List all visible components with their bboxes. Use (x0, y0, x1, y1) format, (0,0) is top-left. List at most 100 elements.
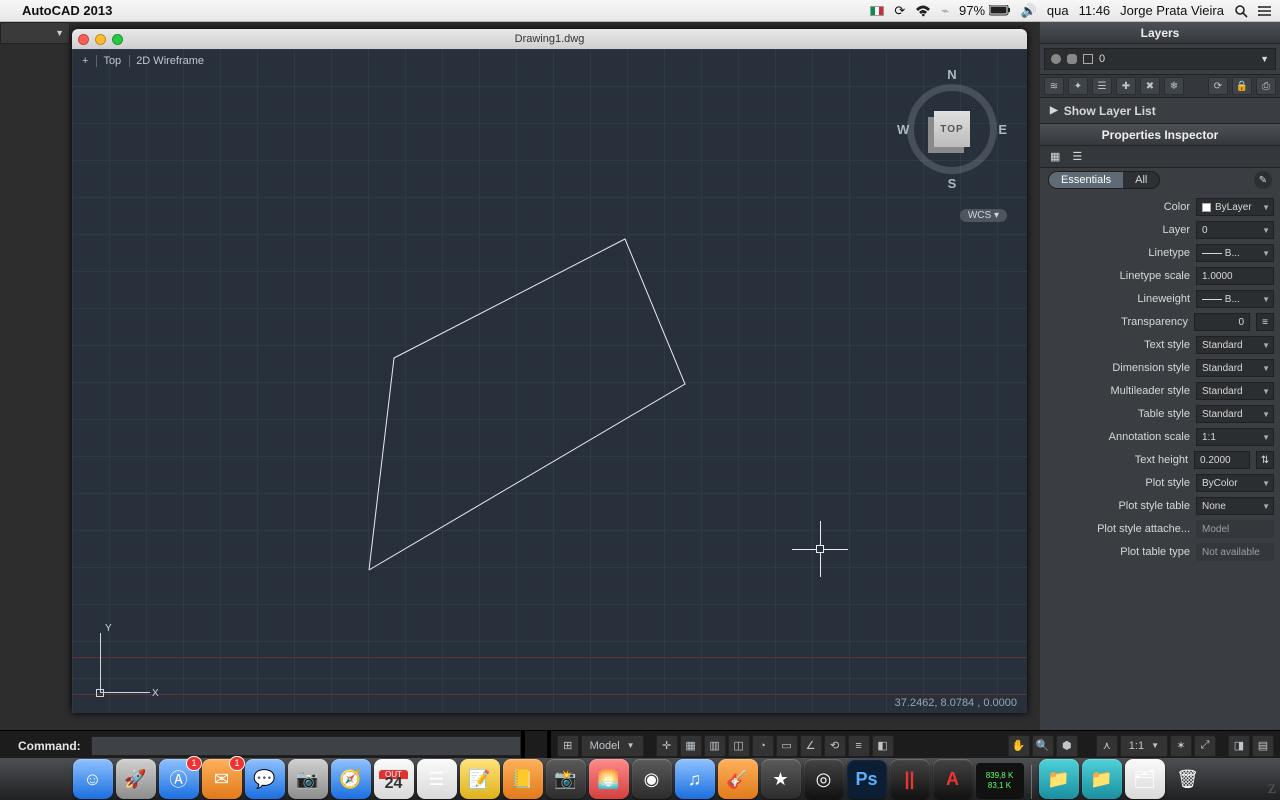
inspector-subtabs[interactable]: Essentials All (1048, 171, 1160, 189)
annotation-icon[interactable]: ⋏ (1096, 735, 1118, 757)
clock-time[interactable]: 11:46 (1079, 3, 1111, 18)
layer-tool-icon[interactable]: ✚ (1116, 77, 1136, 95)
pan-icon[interactable]: ✋ (1008, 735, 1030, 757)
dock-appstore[interactable]: Ⓐ1 (159, 759, 199, 799)
workspace-switch-icon[interactable]: ◨ (1228, 735, 1250, 757)
flag-icon[interactable] (870, 6, 884, 16)
inspector-panel-title[interactable]: Properties Inspector (1040, 124, 1280, 146)
dock-network-monitor[interactable]: 839,8 K83,1 K (976, 763, 1024, 799)
anno-vis-icon[interactable]: ✶ (1170, 735, 1192, 757)
viewcube[interactable]: N S W E TOP (897, 69, 1007, 189)
show-layer-list-toggle[interactable]: ▶ Show Layer List (1040, 98, 1280, 124)
prop-dim-style[interactable]: Standard▼ (1196, 359, 1274, 377)
ucs-icon[interactable]: Y X (82, 623, 162, 703)
text-height-stepper-icon[interactable]: ⇅ (1256, 451, 1274, 469)
dock-camera[interactable]: ◎ (804, 759, 844, 799)
prop-transparency[interactable]: 0 (1194, 313, 1250, 331)
wifi-icon[interactable] (915, 5, 931, 17)
bluetooth-icon[interactable]: ⌁ (941, 3, 949, 19)
snap-icon[interactable]: ✛ (656, 735, 678, 757)
dyn-icon[interactable]: ⟲ (824, 735, 846, 757)
lwt-icon[interactable]: ≡ (848, 735, 870, 757)
prop-text-height[interactable]: 0.2000 (1194, 451, 1250, 469)
layer-tool-icon[interactable]: ≋ (1044, 77, 1064, 95)
sync-icon[interactable]: ⟳ (894, 3, 905, 19)
prop-plot-style[interactable]: ByColor▼ (1196, 474, 1274, 492)
dock-safari[interactable]: 🧭 (331, 759, 371, 799)
prop-color[interactable]: ByLayer▼ (1196, 198, 1274, 216)
annotation-scale-button[interactable]: 1:1▼ (1120, 735, 1168, 757)
dock-contacts[interactable]: 📒 (503, 759, 543, 799)
dock-photoshop[interactable]: Ps (847, 759, 887, 799)
close-icon[interactable] (78, 34, 89, 45)
dock-messages[interactable]: 💬 (245, 759, 285, 799)
current-layer-selector[interactable]: 0 ▼ (1044, 48, 1276, 70)
clock-day[interactable]: qua (1047, 3, 1069, 18)
dock-finder[interactable]: ☺ (73, 759, 113, 799)
prop-table-style[interactable]: Standard▼ (1196, 405, 1274, 423)
dock-aperture[interactable]: ◉ (632, 759, 672, 799)
dock-notes[interactable]: 📝 (460, 759, 500, 799)
layer-tool-icon[interactable]: 🔒 (1232, 77, 1252, 95)
layout-grid-icon[interactable]: ⊞ (557, 735, 579, 757)
layer-tool-icon[interactable]: ✖ (1140, 77, 1160, 95)
notifications-icon[interactable] (1258, 5, 1272, 17)
prop-layer[interactable]: 0▼ (1196, 221, 1274, 239)
prop-linetype-scale[interactable]: 1.0000 (1196, 267, 1274, 285)
tab-essentials[interactable]: Essentials (1049, 172, 1123, 188)
drawing-viewport[interactable]: + Top 2D Wireframe Y X N S (72, 49, 1027, 713)
dock-itunes[interactable]: ♫ (675, 759, 715, 799)
layers-panel-title[interactable]: Layers (1040, 22, 1280, 44)
polar-icon[interactable]: ◫ (728, 735, 750, 757)
layer-tool-icon[interactable]: ✦ (1068, 77, 1088, 95)
settings-icon[interactable]: ▤ (1252, 735, 1274, 757)
dock-facetime[interactable]: 📷 (288, 759, 328, 799)
dock-launchpad[interactable]: 🚀 (116, 759, 156, 799)
layer-tool-icon[interactable]: ⟳ (1208, 77, 1228, 95)
dock-stack[interactable]: 🗂 (1125, 759, 1165, 799)
prop-lineweight[interactable]: B...▼ (1196, 290, 1274, 308)
viewcube-face[interactable]: TOP (934, 111, 970, 147)
model-space-button[interactable]: Model▼ (581, 735, 644, 757)
osnap-icon[interactable]: ◔ (752, 735, 774, 757)
grid-icon[interactable]: ▦ (680, 735, 702, 757)
battery-status[interactable]: 97% (959, 3, 1011, 18)
spotlight-icon[interactable] (1234, 4, 1248, 18)
dock-iphoto[interactable]: 🌅 (589, 759, 629, 799)
volume-icon[interactable]: 🔊 (1021, 3, 1037, 19)
window-titlebar[interactable]: Drawing1.dwg (72, 29, 1027, 49)
command-input[interactable] (91, 736, 521, 756)
dock-calendar[interactable]: OUT24 (374, 759, 414, 799)
layer-tool-icon[interactable]: ⎙ (1256, 77, 1276, 95)
collapsed-toolbar[interactable]: ▼ (0, 22, 70, 44)
orbit-icon[interactable]: ⬢ (1056, 735, 1078, 757)
dock-photobooth[interactable]: 📸 (546, 759, 586, 799)
anno-auto-icon[interactable]: ⤢ (1194, 735, 1216, 757)
prop-annotation-scale[interactable]: 1:1▼ (1196, 428, 1274, 446)
dock-reminders[interactable]: ☰ (417, 759, 457, 799)
layer-tool-icon[interactable]: ☰ (1092, 77, 1112, 95)
dock-imovie[interactable]: ★ (761, 759, 801, 799)
ortho-icon[interactable]: ▥ (704, 735, 726, 757)
layer-tool-icon[interactable]: ❄ (1164, 77, 1184, 95)
zoom-icon[interactable] (112, 34, 123, 45)
transparency-icon[interactable]: ◧ (872, 735, 894, 757)
dock-transmission[interactable]: || (890, 759, 930, 799)
dock-garageband[interactable]: 🎸 (718, 759, 758, 799)
prop-text-style[interactable]: Standard▼ (1196, 336, 1274, 354)
wcs-selector[interactable]: WCS ▾ (960, 209, 1007, 222)
list-mode-icon[interactable]: ☰ (1072, 150, 1082, 163)
dock-mail[interactable]: ✉1 (202, 759, 242, 799)
minimize-icon[interactable] (95, 34, 106, 45)
dock-folder[interactable]: 📁 (1082, 759, 1122, 799)
dock-folder[interactable]: 📁 (1039, 759, 1079, 799)
prop-plot-style-table[interactable]: None▼ (1196, 497, 1274, 515)
edit-icon[interactable]: ✎ (1254, 171, 1272, 189)
app-name[interactable]: AutoCAD 2013 (22, 3, 112, 18)
dock-autocad[interactable]: A (933, 759, 973, 799)
prop-linetype[interactable]: B...▼ (1196, 244, 1274, 262)
transparency-picker-icon[interactable]: ≡ (1256, 313, 1274, 331)
ducs-icon[interactable]: ∠ (800, 735, 822, 757)
user-name[interactable]: Jorge Prata Vieira (1120, 3, 1224, 18)
tab-all[interactable]: All (1123, 172, 1159, 188)
